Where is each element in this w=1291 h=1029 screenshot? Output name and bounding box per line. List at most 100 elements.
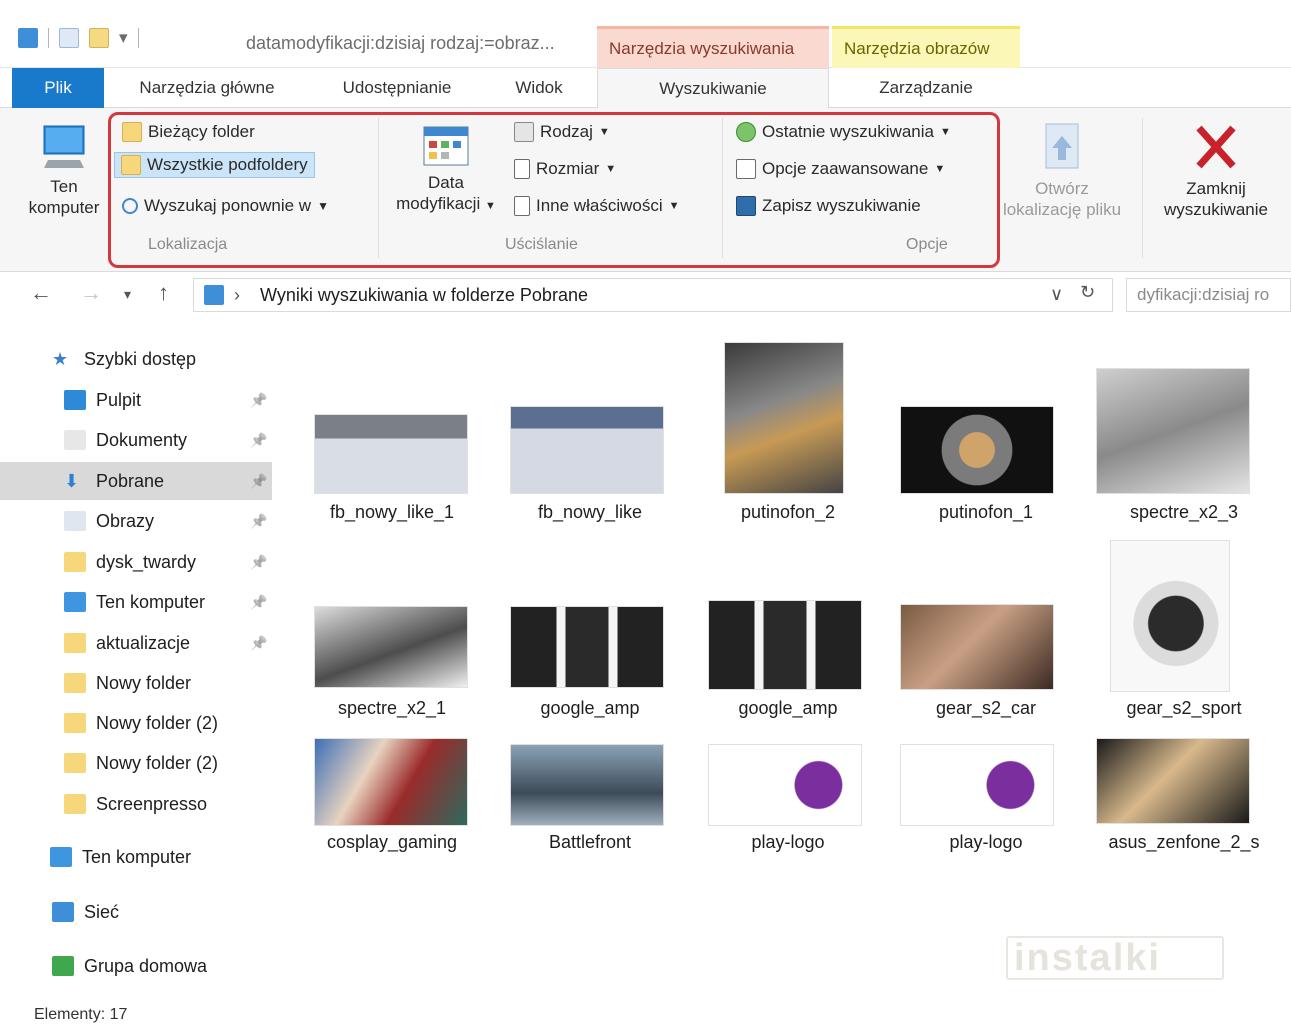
sidebar-item[interactable]: Nowy folder (0, 664, 272, 702)
this-pc-button[interactable]: Ten komputer (18, 122, 110, 218)
pin-icon[interactable]: 📌 (250, 432, 267, 449)
sidebar-item[interactable]: ★ Szybki dostęp (0, 340, 272, 378)
sidebar-item-label: Ten komputer (82, 846, 192, 867)
address-path[interactable]: › Wyniki wyszukiwania w folderze Pobrane… (193, 278, 1113, 312)
pin-icon[interactable]: 📌 (250, 392, 267, 409)
folder-icon (64, 753, 86, 773)
file-thumbnail (510, 744, 664, 826)
homegroup-icon (52, 956, 74, 976)
file-name: google_amp (738, 698, 838, 718)
search-input[interactable]: dyfikacji:dzisiaj ro (1126, 278, 1291, 312)
window-title: datamodyfikacji:dzisiaj rodzaj:=obraz... (246, 33, 555, 53)
file-thumbnail (724, 342, 844, 494)
file-name: play-logo (949, 832, 1023, 852)
sidebar-item-label: Ten komputer (96, 591, 206, 612)
tab-file[interactable]: Plik (12, 68, 104, 108)
sidebar-item[interactable]: Nowy folder (2) (0, 744, 272, 782)
sidebar-item[interactable]: dysk_twardy 📌 (0, 543, 272, 581)
context-header-image-tools: Narzędzia obrazów (832, 26, 1020, 68)
sidebar-item-label: Nowy folder (2) (96, 752, 219, 773)
file-name: putinofon_2 (740, 502, 836, 522)
close-search-button[interactable]: Zamknij wyszukiwanie (1150, 122, 1282, 220)
search-folder-icon (204, 285, 224, 305)
sidebar-item-label: Dokumenty (96, 429, 188, 450)
tab-view[interactable]: Widok (494, 68, 584, 108)
pin-icon[interactable]: 📌 (250, 554, 267, 571)
sidebar-item[interactable]: Dokumenty 📌 (0, 421, 272, 459)
star-icon: ★ (52, 349, 69, 369)
sidebar-item[interactable]: Obrazy 📌 (0, 502, 272, 540)
forward-arrow-icon[interactable]: → (80, 280, 102, 306)
open-file-location-button[interactable]: Otwórz lokalizację pliku (992, 122, 1132, 220)
sidebar-item[interactable]: Nowy folder (2) (0, 704, 272, 742)
sidebar-item[interactable]: aktualizacje 📌 (0, 624, 272, 662)
sidebar-item[interactable]: Sieć (0, 893, 272, 931)
file-thumbnail (1110, 540, 1230, 692)
customize-qat-icon[interactable]: ▾ (119, 28, 128, 48)
folder-icon (64, 633, 86, 653)
file-thumbnail (314, 606, 468, 688)
download-icon: ⬇ (64, 471, 80, 491)
pin-icon[interactable]: 📌 (250, 473, 267, 490)
folder-icon (64, 673, 86, 693)
file-name: gear_s2_car (935, 698, 1037, 718)
sidebar-item-label: Grupa domowa (84, 955, 208, 976)
breadcrumb-separator-icon: › (234, 285, 240, 305)
file-name: gear_s2_sport (1126, 698, 1242, 718)
file-name: Battlefront (548, 832, 632, 852)
documents-icon (64, 430, 86, 450)
file-name: putinofon_1 (938, 502, 1034, 522)
tab-share[interactable]: Udostępnianie (322, 68, 472, 108)
ribbon-tabs: Plik Narzędzia główne Udostępnianie Wido… (0, 68, 1291, 109)
file-thumbnail (708, 744, 862, 826)
sidebar-item-label: Sieć (84, 901, 120, 922)
file-thumbnail (1096, 368, 1250, 494)
file-thumbnail (314, 414, 468, 494)
sidebar-item-label: Nowy folder (96, 672, 192, 693)
recent-locations-chevron-icon[interactable]: ▾ (124, 286, 131, 303)
properties-icon[interactable] (59, 28, 79, 48)
title-bar: ▾ datamodyfikacji:dzisiaj rodzaj:=obraz.… (0, 0, 1291, 68)
address-dropdown-icon[interactable]: ∨ (1050, 284, 1063, 305)
network-icon (52, 902, 74, 922)
close-icon (1196, 125, 1236, 169)
folder-icon (64, 713, 86, 733)
file-thumbnail (708, 600, 862, 690)
file-name: google_amp (540, 698, 640, 718)
breadcrumb: Wyniki wyszukiwania w folderze Pobrane (260, 285, 588, 305)
pin-icon[interactable]: 📌 (250, 635, 267, 652)
file-view: fb_nowy_like_1 fb_nowy_like putinofon_2 put… (280, 326, 1291, 998)
sidebar-item[interactable]: Ten komputer (0, 838, 272, 876)
file-thumbnail (314, 738, 468, 826)
explorer-icon (18, 28, 38, 48)
tab-search[interactable]: Wyszukiwanie (597, 68, 829, 109)
pin-icon[interactable]: 📌 (250, 513, 267, 530)
file-name: play-logo (751, 832, 825, 852)
desktop-icon (64, 390, 86, 410)
sidebar-item[interactable]: Pulpit 📌 (0, 381, 272, 419)
new-folder-icon[interactable] (89, 28, 109, 48)
watermark-logo: instalki (1006, 936, 1224, 980)
tab-home[interactable]: Narzędzia główne (122, 68, 292, 108)
back-arrow-icon[interactable]: ← (30, 280, 52, 306)
computer-icon (43, 125, 85, 168)
folder-icon (64, 794, 86, 814)
pictures-icon (64, 511, 86, 531)
sidebar-item-label: aktualizacje (96, 632, 191, 653)
context-header-search-tools: Narzędzia wyszukiwania (597, 26, 829, 68)
file-thumbnail (900, 604, 1054, 690)
open-location-icon (1045, 123, 1079, 169)
pin-icon[interactable]: 📌 (250, 594, 267, 611)
file-thumbnail (510, 406, 664, 494)
sidebar-item[interactable]: ⬇ Pobrane 📌 (0, 462, 272, 500)
sidebar-item[interactable]: Screenpresso (0, 785, 272, 823)
address-bar: ← → ▾ ↑ › Wyniki wyszukiwania w folderze… (0, 272, 1291, 318)
sidebar-item[interactable]: Grupa domowa (0, 947, 272, 985)
file-name: fb_nowy_like_1 (329, 502, 455, 522)
up-arrow-icon[interactable]: ↑ (158, 280, 169, 306)
file-name: spectre_x2_3 (1129, 502, 1239, 522)
refresh-icon[interactable]: ↻ (1080, 282, 1095, 303)
sidebar-item[interactable]: Ten komputer 📌 (0, 583, 272, 621)
sidebar-item-label: Nowy folder (2) (96, 712, 219, 733)
tab-manage[interactable]: Zarządzanie (832, 68, 1020, 108)
